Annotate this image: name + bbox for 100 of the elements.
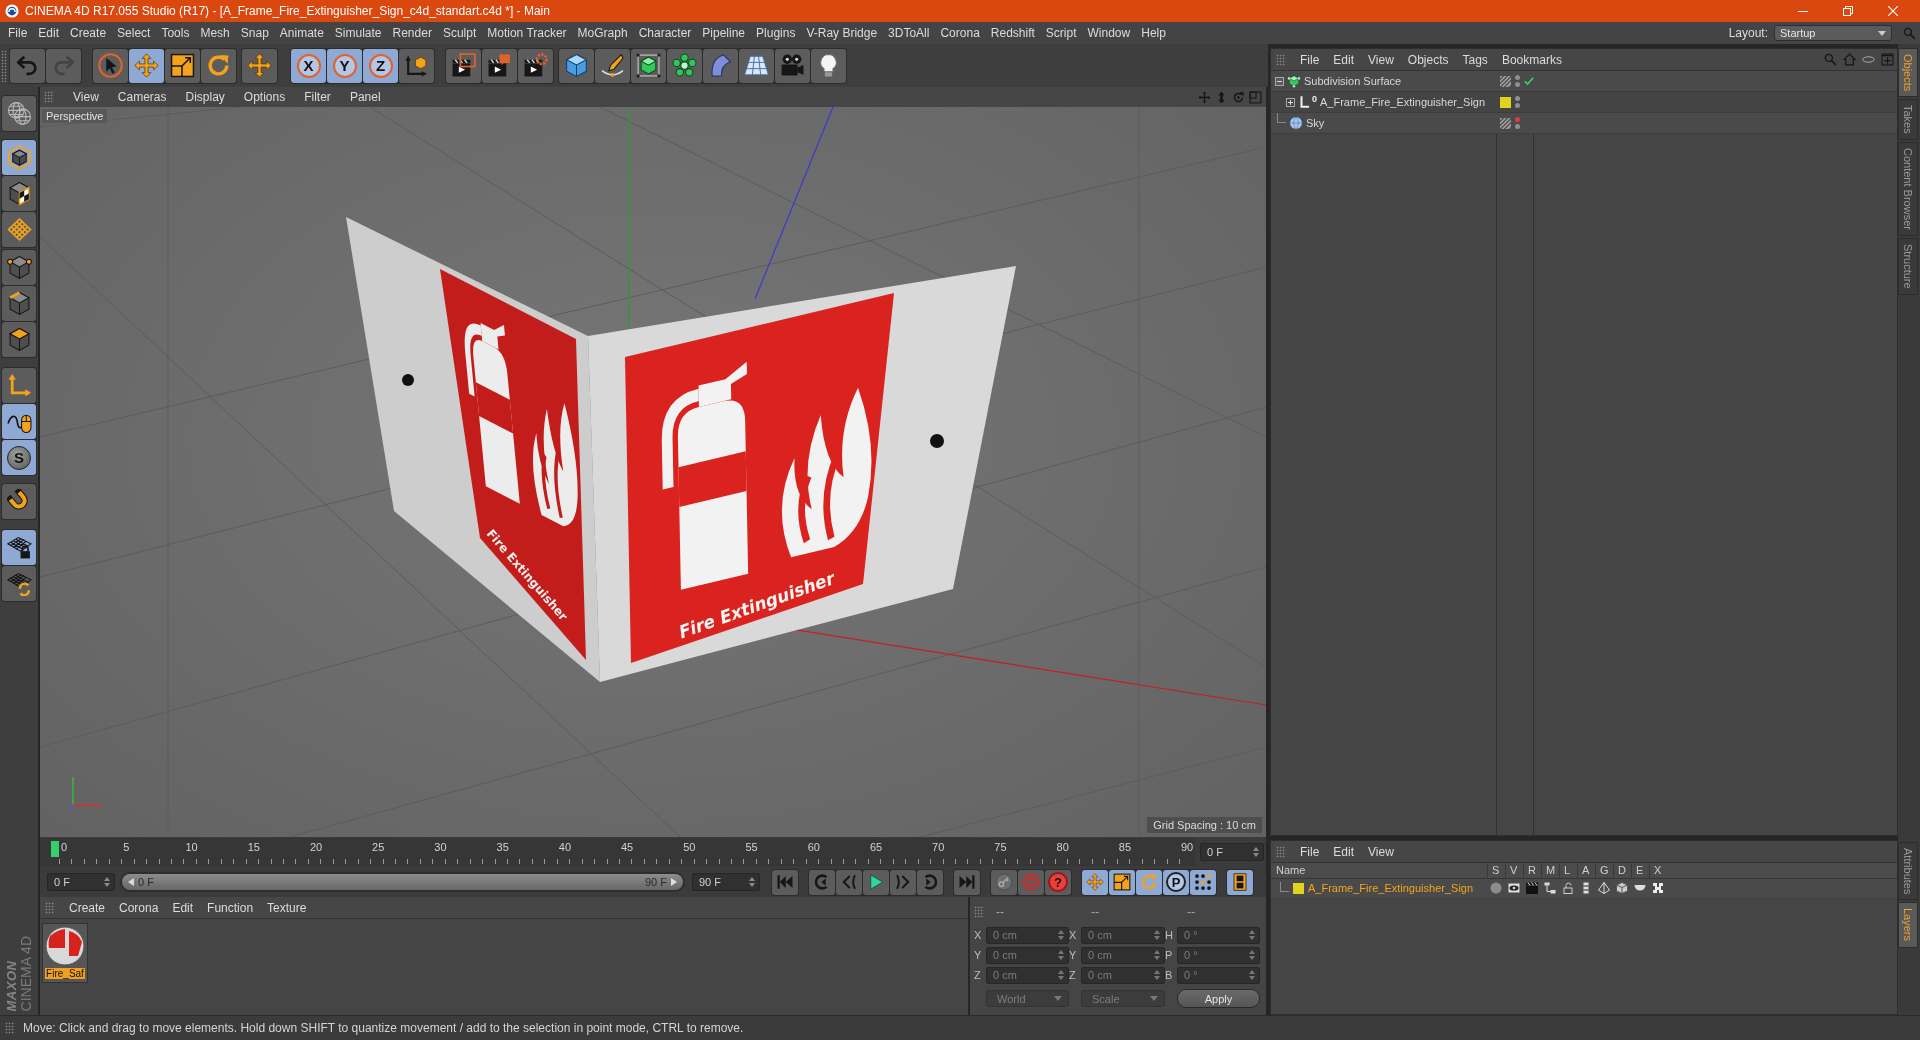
tool-button[interactable] [559, 48, 594, 83]
menu-item[interactable]: Render [392, 26, 432, 40]
menu-item[interactable]: File [8, 26, 28, 40]
menu-item[interactable]: Corona [940, 26, 980, 40]
tool-button[interactable] [93, 48, 128, 83]
lock-icon[interactable] [1562, 882, 1574, 894]
menu-item[interactable]: Create [69, 900, 106, 915]
animation-button[interactable] [991, 869, 1017, 895]
menu-item[interactable]: Sculpt [442, 26, 477, 40]
menu-item[interactable]: V-Ray Bridge [806, 26, 878, 40]
menu-item[interactable]: View [73, 90, 99, 104]
mode-button[interactable] [2, 404, 36, 439]
hatched-square-icon[interactable] [1500, 75, 1511, 87]
menu-item[interactable]: Texture [267, 900, 307, 915]
tool-button[interactable] [446, 48, 481, 83]
animation-button[interactable] [1190, 869, 1216, 895]
tool-button[interactable]: Y [327, 48, 362, 83]
mode-button[interactable] [2, 484, 36, 519]
menu-item[interactable]: Create [70, 26, 107, 40]
collapse-icon[interactable] [1275, 76, 1284, 86]
menu-item[interactable]: View [1368, 52, 1394, 67]
menu-item[interactable]: Edit [1333, 844, 1355, 859]
tool-button[interactable] [595, 48, 630, 83]
menu-item[interactable]: Corona [119, 900, 159, 915]
cube-icon[interactable] [1616, 882, 1628, 894]
pyramid-icon[interactable] [1598, 882, 1610, 894]
menu-item[interactable]: Bookmarks [1501, 52, 1562, 67]
column-header[interactable]: L [1559, 863, 1577, 878]
column-header[interactable]: Name [1271, 863, 1487, 878]
timeline-ruler[interactable]: 0 5 10 15 20 25 30 35 40 45 50 55 60 65 70 75 80 85 90 [40, 838, 1195, 866]
layout-dropdown[interactable]: Startup [1774, 25, 1892, 41]
tool-button[interactable] [482, 48, 517, 83]
menu-item[interactable]: Snap [240, 26, 269, 40]
tool-button[interactable] [811, 48, 846, 83]
menu-item[interactable]: Mesh [200, 26, 230, 40]
column-header[interactable]: G [1595, 863, 1613, 878]
object-row[interactable]: 0 A_Frame_Fire_Extinguisher_Sign [1271, 92, 1897, 113]
mode-button[interactable] [2, 530, 36, 565]
hatched-square-icon[interactable] [1500, 117, 1511, 129]
menu-item[interactable]: 3DToAll [888, 26, 930, 40]
tool-button[interactable] [518, 48, 553, 83]
clapboard-icon[interactable] [1526, 882, 1538, 894]
menu-item[interactable]: Display [185, 90, 225, 104]
column-header[interactable]: M [1541, 863, 1559, 878]
tool-button[interactable] [399, 48, 434, 83]
menu-item[interactable]: Edit [172, 900, 194, 915]
tool-button[interactable]: X [291, 48, 326, 83]
mode-button[interactable] [2, 566, 36, 601]
column-header[interactable]: E [1631, 863, 1649, 878]
menu-item[interactable]: Panel [349, 90, 381, 104]
visibility-dot[interactable] [1515, 82, 1520, 87]
column-header[interactable]: A [1577, 863, 1595, 878]
tool-button[interactable] [667, 48, 702, 83]
column-header[interactable]: S [1487, 863, 1505, 878]
menu-item[interactable]: Options [243, 90, 286, 104]
undo-button[interactable] [10, 48, 45, 83]
mode-button[interactable] [2, 322, 36, 357]
menu-item[interactable]: Filter [304, 90, 331, 104]
material-tile[interactable]: Fire_Saf [42, 923, 88, 983]
visibility-dot[interactable] [1515, 96, 1520, 101]
animation-button[interactable] [1227, 869, 1253, 895]
menu-item[interactable]: Window [1087, 26, 1131, 40]
menu-item[interactable]: Cameras [117, 90, 167, 104]
stepper-icon[interactable] [749, 877, 755, 887]
side-tab[interactable]: Structure [1898, 238, 1918, 295]
side-tab[interactable]: Content Browser [1898, 142, 1918, 236]
menu-item[interactable]: Pipeline [702, 26, 746, 40]
right-caret-icon[interactable] [671, 878, 677, 886]
mode-button[interactable] [2, 140, 36, 175]
tool-button[interactable] [129, 48, 164, 83]
animation-button[interactable] [1082, 869, 1108, 895]
tool-button[interactable] [242, 48, 277, 83]
menu-item[interactable]: File [1300, 52, 1320, 67]
menu-item[interactable]: Select [117, 26, 151, 40]
playback-button[interactable] [863, 869, 889, 895]
menu-item[interactable]: Simulate [334, 26, 382, 40]
menu-item[interactable]: Function [207, 900, 254, 915]
animation-button[interactable] [1136, 869, 1162, 895]
menu-item[interactable]: Help [1141, 26, 1166, 40]
column-header[interactable]: D [1613, 863, 1631, 878]
visibility-dot[interactable] [1515, 124, 1520, 129]
menu-item[interactable]: View [1368, 844, 1394, 859]
column-header[interactable]: R [1523, 863, 1541, 878]
layer-swatch[interactable] [1293, 882, 1304, 894]
h-shape-icon[interactable] [1652, 882, 1664, 894]
animation-button[interactable]: P [1163, 869, 1189, 895]
left-caret-icon[interactable] [128, 878, 134, 886]
mode-button[interactable]: S [2, 440, 36, 475]
layer-swatch[interactable] [1500, 96, 1511, 108]
menu-item[interactable]: Tools [161, 26, 190, 40]
stepper-icon[interactable] [104, 877, 110, 887]
end-frame-field[interactable]: 90 F [692, 873, 760, 891]
object-row[interactable]: Subdivision Surface [1271, 71, 1897, 92]
object-row[interactable]: Sky [1271, 113, 1897, 134]
menu-item[interactable]: Animate [279, 26, 324, 40]
side-tab[interactable]: Takes [1898, 99, 1918, 141]
animation-button[interactable]: ? [1045, 869, 1071, 895]
mode-button[interactable] [2, 286, 36, 321]
tool-button[interactable] [631, 48, 666, 83]
hierarchy-icon[interactable] [1544, 882, 1556, 894]
